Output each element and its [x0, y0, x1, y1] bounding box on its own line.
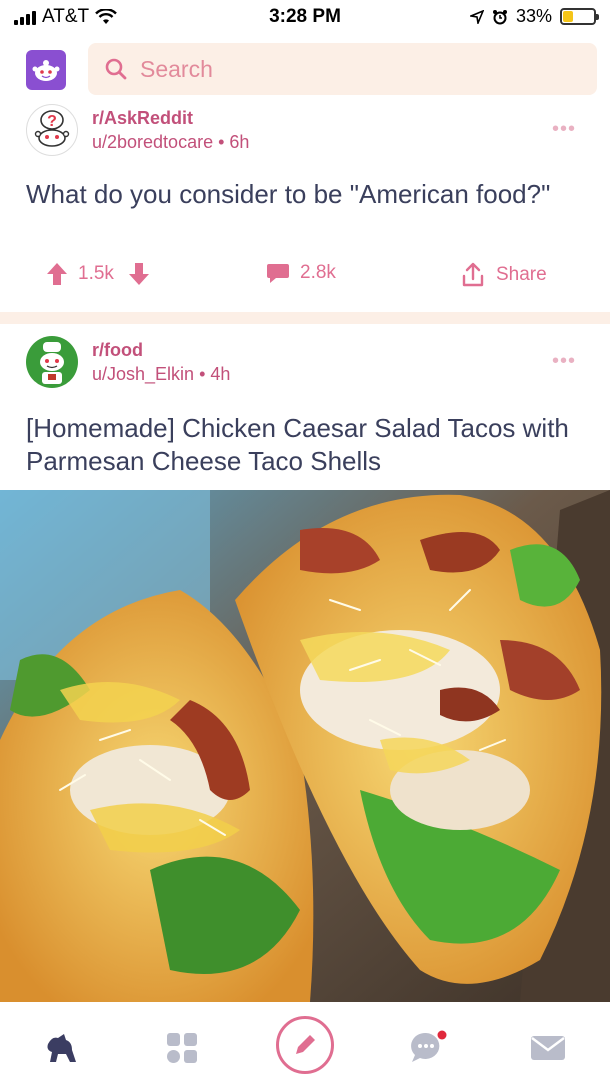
post-title[interactable]: What do you consider to be "American foo…: [26, 178, 586, 211]
author-name[interactable]: u/Josh_Elkin: [92, 364, 194, 384]
search-icon: [105, 58, 127, 80]
post-divider: [0, 312, 610, 324]
app-header: [0, 40, 610, 98]
post-meta: ? r/AskReddit u/2boredtocare • 6h: [26, 104, 249, 160]
status-right: 33%: [469, 6, 599, 27]
post-age: 6h: [229, 132, 250, 152]
chat-icon: [411, 1030, 447, 1062]
more-options-icon[interactable]: •••: [552, 350, 576, 373]
post-image[interactable]: [0, 490, 610, 1002]
downvote-icon[interactable]: [128, 262, 150, 286]
post-title[interactable]: [Homemade] Chicken Caesar Salad Tacos wi…: [26, 412, 586, 478]
battery-percent: 33%: [515, 6, 552, 26]
comments-button[interactable]: 2.8k: [266, 262, 336, 284]
upvote-icon[interactable]: [46, 262, 68, 286]
tab-inbox[interactable]: [520, 1020, 576, 1076]
tab-communities[interactable]: [154, 1020, 210, 1076]
subreddit-avatar[interactable]: ?: [26, 104, 78, 156]
location-arrow-icon: [469, 9, 484, 24]
search-input[interactable]: [140, 55, 560, 83]
upvote-count: 1.5k: [78, 263, 114, 284]
alarm-icon: [492, 9, 507, 24]
post-meta: r/food u/Josh_Elkin • 4h: [26, 336, 230, 392]
home-icon: [47, 1034, 76, 1062]
share-button[interactable]: Share: [460, 262, 547, 288]
post-askreddit[interactable]: ? r/AskReddit u/2boredtocare • 6h ••• Wh…: [0, 104, 610, 310]
create-post-icon: [296, 1035, 315, 1054]
post-byline: u/Josh_Elkin • 4h: [92, 362, 230, 386]
comment-count: 2.8k: [300, 262, 336, 283]
vote-group: 1.5k: [46, 262, 150, 286]
subreddit-avatar[interactable]: [26, 336, 78, 388]
inbox-icon: [531, 1036, 565, 1060]
taco-photo: [0, 490, 610, 1002]
reddit-logo-icon[interactable]: [26, 50, 66, 90]
comment-icon: [267, 264, 289, 283]
status-bar: AT&T 3:28 PM 33%: [0, 0, 610, 36]
battery-icon: [560, 8, 599, 25]
share-label: Share: [496, 264, 547, 285]
tab-create-post[interactable]: [276, 1016, 334, 1074]
svg-text:?: ?: [47, 113, 57, 130]
post-actions: 1.5k 2.8k Share: [0, 262, 610, 302]
share-icon: [462, 262, 484, 287]
subreddit-name[interactable]: r/food: [92, 338, 230, 362]
post-byline: u/2boredtocare • 6h: [92, 130, 249, 154]
byline-separator: •: [218, 132, 230, 152]
tab-home[interactable]: [34, 1020, 90, 1076]
search-bar[interactable]: [88, 43, 597, 95]
communities-icon: [167, 1033, 197, 1063]
tab-chat[interactable]: [400, 1020, 456, 1076]
subreddit-name[interactable]: r/AskReddit: [92, 106, 249, 130]
post-food[interactable]: r/food u/Josh_Elkin • 4h ••• [Homemade] …: [0, 336, 610, 490]
bottom-tab-bar: [0, 1002, 610, 1085]
author-name[interactable]: u/2boredtocare: [92, 132, 213, 152]
byline-separator: •: [199, 364, 211, 384]
post-age: 4h: [210, 364, 231, 384]
more-options-icon[interactable]: •••: [552, 118, 576, 141]
